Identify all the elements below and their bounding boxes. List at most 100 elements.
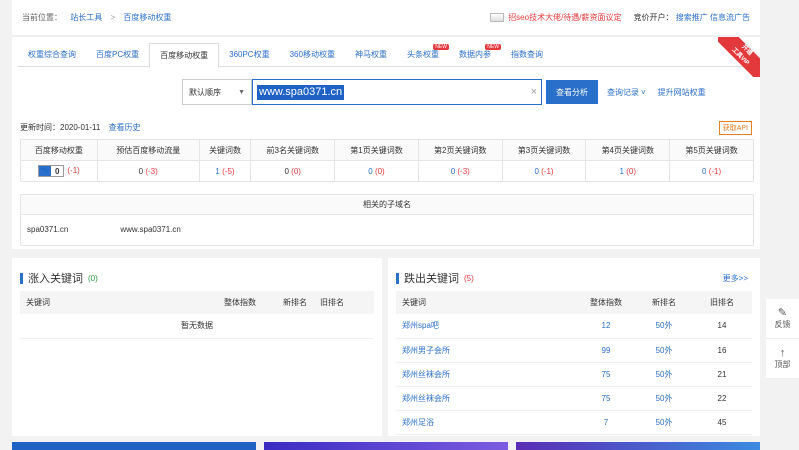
breadcrumb-root-link[interactable]: 站长工具 [70,13,102,22]
section-marker [20,272,23,284]
breadcrumb: 当前位置： 站长工具 > 百度移动权重 [22,12,177,23]
tab-index-query[interactable]: 指数查询 [501,43,553,67]
ad-link-search[interactable]: 搜索推广 [676,13,708,22]
stats-header: 前3名关键词数 [250,139,336,161]
empty-state: 暂无数据 [20,314,374,339]
stat-cell[interactable]: 0 (-3) [417,160,503,182]
update-time: 更新时间：2020-01-11 [20,123,101,132]
promote-weight-link[interactable]: 提升网站权重 [658,87,706,98]
rising-table: 关键词 整体指数 新排名 旧排名 暂无数据 [20,291,374,339]
stats-header: 第4页关键词数 [585,139,671,161]
ad-link-feed[interactable]: 信息流广告 [710,13,750,22]
stat-cell[interactable]: 0 (-3) [96,160,200,182]
table-row: 郑州丝袜会所 75 50外 21 [396,362,752,387]
stats-header: 百度移动权重 [20,139,98,161]
keyword-link[interactable]: 郑州spa吧 [396,314,576,339]
stat-cell[interactable]: 0 (0) [250,160,336,182]
banner-ad[interactable] [12,442,256,450]
rising-keywords-panel: 涨入关键词 (0) 关键词 整体指数 新排名 旧排名 暂无数据 [12,258,382,436]
rising-title: 涨入关键词 [28,273,83,285]
table-row: 郑州男子会所 99 50外 16 [396,338,752,363]
analyze-button[interactable]: 查看分析 [546,80,598,104]
table-row: 郑州丝袜会所 75 50外 22 [396,386,752,411]
stat-cell[interactable]: 0 (0) [334,160,419,182]
arrow-up-icon: ↑ [779,347,786,359]
more-link[interactable]: 更多>> [723,273,748,284]
stat-cell[interactable]: 1 (0) [585,160,671,182]
banner-ad[interactable] [516,442,760,450]
stat-cell[interactable]: 0 (-1) [501,160,587,182]
falling-title: 跌出关键词 [404,273,459,285]
subdomain-item[interactable]: spa0371.cn [27,225,68,234]
weight-cell: 🐾 0 (-1) [20,160,98,182]
stats-header: 第5页关键词数 [669,139,754,161]
baidu-weight-badge[interactable]: 🐾 0 [37,165,65,177]
table-row: 郑州足浴 7 50外 45 [396,410,752,435]
tab-bar: 权重综合查询 百度PC权重 百度移动权重 360PC权重 360移动权重 神马权… [18,43,754,68]
stats-header: 第1页关键词数 [334,139,419,161]
vip-ribbon[interactable]: 开通 工具VIP [718,37,760,77]
falling-count: (5) [464,273,474,283]
keyword-link[interactable]: 郑州男子会所 [396,338,576,363]
weight-change: (-1) [67,166,80,176]
view-history-link[interactable]: 查看历史 [109,123,141,132]
breadcrumb-prefix: 当前位置： [22,13,62,22]
tab-360-mobile[interactable]: 360移动权重 [280,43,345,67]
domain-input[interactable]: www.spa0371.cn × [252,79,542,105]
sort-select[interactable]: 默认顺序 ▼ [182,79,252,105]
top-right: 招seo技术大佬/待遇/薪资面议定 竞价开户： 搜索推广 信息流广告 [490,12,750,23]
falling-table: 关键词 整体指数 新排名 旧排名 郑州spa吧 12 50外 14 郑州男子会所 99 5… [396,291,752,435]
chevron-down-icon: ˅ [641,87,646,97]
new-badge: NEW [485,44,501,50]
baidu-paw-icon: 🐾 [38,166,51,176]
subdomain-title: 相关的子域名 [21,195,753,215]
tab-overall[interactable]: 权重综合查询 [18,43,86,67]
ad-label: 竞价开户： [633,13,674,22]
tab-data-insight[interactable]: 数据内参 NEW [449,43,501,67]
recruit-promo[interactable]: 招seo技术大佬/待遇/薪资面议定 [490,12,622,23]
keyword-link[interactable]: 郑州丝袜会所 [396,386,576,411]
stat-cell[interactable]: 0 (-1) [669,160,754,182]
tab-baidu-pc[interactable]: 百度PC权重 [86,43,149,67]
caret-down-icon: ▼ [238,88,245,96]
domain-input-value: www.spa0371.cn [257,84,345,100]
stats-header: 预估百度移动流量 [96,139,200,161]
new-badge: NEW [433,44,449,50]
back-to-top-button[interactable]: ↑ 顶部 [766,339,799,379]
feedback-button[interactable]: ✎ 反馈 [766,299,799,339]
keyword-link[interactable]: 郑州丝袜会所 [396,362,576,387]
side-toolbar: ✎ 反馈 ↑ 顶部 [766,299,799,379]
tab-baidu-mobile[interactable]: 百度移动权重 [149,43,220,68]
search-row: 默认顺序 ▼ www.spa0371.cn × 查看分析 查询记录 ˅ 提升网站权重 [182,79,706,105]
falling-keywords-panel: 跌出关键词 (5) 更多>> 关键词 整体指数 新排名 旧排名 郑州spa吧 12 5… [388,258,760,436]
query-history-link[interactable]: 查询记录 ˅ [607,87,646,98]
main-panel: 权重综合查询 百度PC权重 百度移动权重 360PC权重 360移动权重 神马权… [12,37,760,249]
get-api-button[interactable]: 获取API [718,121,752,135]
top-bar: 当前位置： 站长工具 > 百度移动权重 招seo技术大佬/待遇/薪资面议定 竞价… [12,0,760,36]
banner-ad[interactable] [264,442,508,450]
stats-header: 关键词数 [198,139,252,161]
update-info: 更新时间：2020-01-11 查看历史 [20,122,141,133]
banner-strip [12,442,760,450]
section-marker [396,272,399,284]
page-wrapper: 当前位置： 站长工具 > 百度移动权重 招seo技术大佬/待遇/薪资面议定 竞价… [12,0,760,436]
subdomain-box: 相关的子域名 spa0371.cn www.spa0371.cn [20,194,754,246]
stats-table: 百度移动权重 预估百度移动流量 关键词数 前3名关键词数 第1页关键词数 第2页… [20,139,754,182]
promo-text: 招seo技术大佬/待遇/薪资面议定 [508,13,622,22]
tab-toutiao[interactable]: 头条权重 NEW [397,43,449,67]
tab-shenma[interactable]: 神马权重 [345,43,397,67]
edit-icon: ✎ [777,307,788,319]
clear-icon[interactable]: × [531,86,537,98]
keyword-link[interactable]: 郑州足浴 [396,410,576,435]
breadcrumb-separator: > [110,13,116,22]
promo-icon [490,13,505,22]
stats-header: 第2页关键词数 [417,139,503,161]
subdomain-item[interactable]: www.spa0371.cn [120,225,180,234]
ad-links: 竞价开户： 搜索推广 信息流广告 [634,12,750,23]
rising-count: (0) [88,273,98,283]
table-row: 郑州spa吧 12 50外 14 [396,314,752,339]
breadcrumb-current-link[interactable]: 百度移动权重 [123,13,171,22]
tab-360-pc[interactable]: 360PC权重 [219,43,279,67]
stat-cell[interactable]: 1 (-5) [198,160,252,182]
stats-header: 第3页关键词数 [501,139,587,161]
